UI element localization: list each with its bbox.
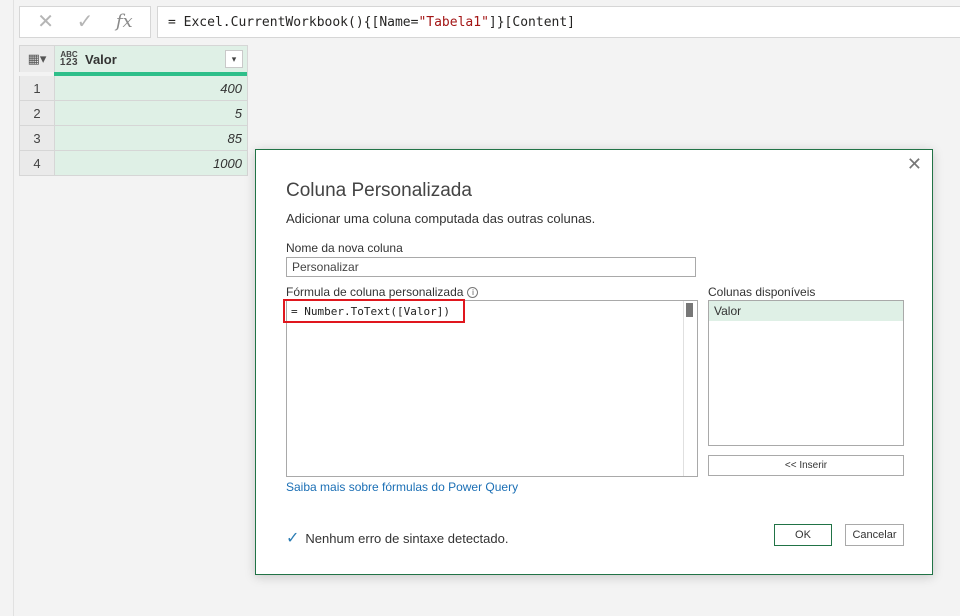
available-column-item[interactable]: Valor (709, 301, 903, 321)
row-index[interactable]: 4 (20, 151, 55, 175)
new-column-name-label: Nome da nova coluna (286, 241, 403, 255)
column-header-valor[interactable]: ABC 123 Valor ▾ (55, 46, 247, 72)
highlight-box (283, 299, 465, 323)
data-grid: ▦▾ ABC 123 Valor ▾ 1 400 2 5 3 85 4 1000 (19, 45, 248, 176)
formula-label: Fórmula de coluna personalizada (286, 285, 464, 299)
formula-bar-input[interactable]: = Excel.CurrentWorkbook(){[Name="Tabela1… (157, 6, 960, 38)
table-row[interactable]: 25 (19, 101, 248, 126)
column-filter-dropdown-icon[interactable]: ▾ (225, 50, 243, 68)
row-index[interactable]: 2 (20, 101, 55, 125)
cell-value[interactable]: 1000 (55, 151, 247, 175)
learn-more-link[interactable]: Saiba mais sobre fórmulas do Power Query (286, 480, 518, 494)
scrollbar-thumb[interactable] (686, 303, 693, 317)
formula-label-row: Fórmula de coluna personalizada i (286, 285, 479, 299)
info-icon[interactable]: i (467, 287, 479, 298)
table-row[interactable]: 1 400 (19, 76, 248, 101)
formula-bar-buttons: ✕ ✓ fx (19, 6, 151, 38)
syntax-status: ✓ Nenhum erro de sintaxe detectado. (286, 528, 508, 548)
fx-icon[interactable]: fx (116, 13, 133, 31)
any-type-icon[interactable]: ABC 123 (59, 51, 79, 68)
grid-rows: 1 400 2 5 3 85 4 1000 (19, 76, 248, 176)
formula-suffix: ]}[Content] (488, 15, 575, 30)
cell-value[interactable]: 5 (55, 101, 247, 125)
cancel-button[interactable]: Cancelar (845, 524, 904, 546)
cell-value[interactable]: 85 (55, 126, 247, 150)
table-menu-icon[interactable]: ▦▾ (20, 46, 55, 72)
row-index[interactable]: 3 (20, 126, 55, 150)
formula-editor[interactable]: = Number.ToText([Valor]) (286, 300, 698, 477)
type-123-label: 123 (59, 57, 79, 68)
status-text: Nenhum erro de sintaxe detectado. (305, 530, 509, 546)
new-column-name-input[interactable] (286, 257, 696, 277)
dialog-title: Coluna Personalizada (286, 180, 472, 201)
table-row[interactable]: 3 85 (19, 126, 248, 151)
custom-column-dialog: ✕ Coluna Personalizada Adicionar uma col… (255, 149, 933, 575)
column-name: Valor (85, 51, 117, 67)
available-columns-label: Colunas disponíveis (708, 285, 816, 299)
confirm-edit-icon[interactable]: ✓ (77, 12, 94, 32)
table-row[interactable]: 4 1000 (19, 151, 248, 176)
available-columns-list: Valor (708, 300, 904, 446)
cell-value[interactable]: 400 (55, 76, 247, 100)
dialog-subtitle: Adicionar uma coluna computada das outra… (286, 211, 596, 226)
formula-prefix: = Excel.CurrentWorkbook(){[Name= (168, 15, 419, 30)
left-panel-strip (0, 0, 14, 616)
insert-button[interactable]: << Inserir (708, 455, 904, 476)
checkmark-icon: ✓ (286, 530, 300, 547)
close-icon[interactable]: ✕ (907, 154, 922, 175)
editor-scrollbar[interactable] (683, 301, 697, 476)
row-index[interactable]: 1 (20, 76, 55, 100)
cancel-edit-icon[interactable]: ✕ (37, 12, 54, 32)
formula-string: "Tabela1" (418, 15, 489, 30)
grid-header: ▦▾ ABC 123 Valor ▾ (19, 45, 248, 72)
ok-button[interactable]: OK (774, 524, 832, 546)
